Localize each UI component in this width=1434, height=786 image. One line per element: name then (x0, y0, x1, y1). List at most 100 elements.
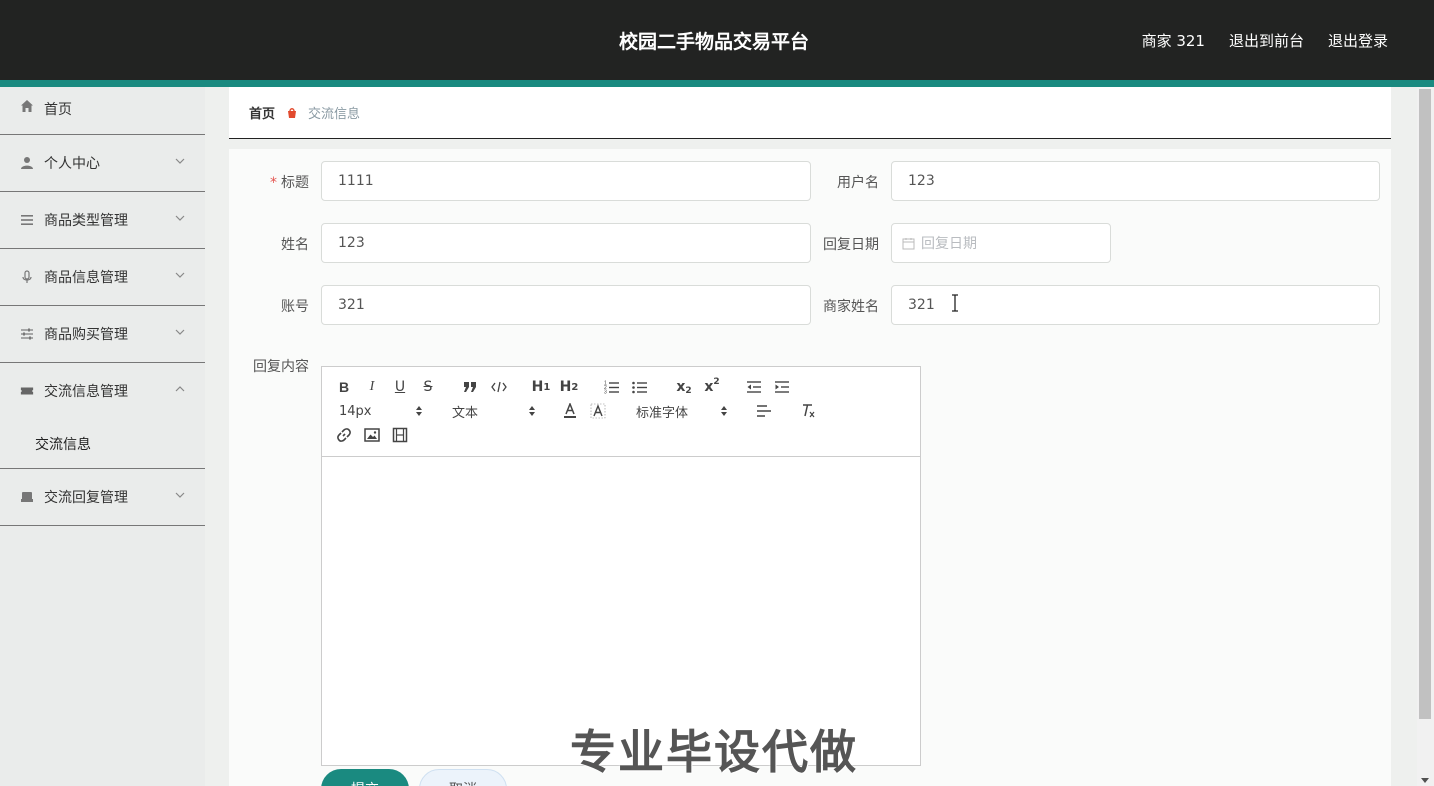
indent-icon[interactable] (774, 378, 790, 396)
select-arrows-icon (529, 406, 535, 416)
inbox-icon (20, 490, 34, 504)
merchant-name-label: 商家姓名 (823, 299, 879, 315)
username-input[interactable]: 123 (891, 161, 1380, 201)
text-style-select[interactable]: 文本 (452, 402, 536, 421)
merchant-name-input-value: 321 (908, 297, 935, 313)
calendar-icon (902, 237, 915, 250)
text-color-icon[interactable] (562, 402, 578, 420)
editor-toolbar: B I U S H1 H2 123 x2 x2 14px 文本 标准字体 (322, 367, 920, 457)
sidebar-item-label: 交流回复管理 (44, 490, 128, 506)
account-input[interactable]: 321 (321, 285, 811, 325)
blockquote-button[interactable] (462, 378, 478, 396)
background-color-icon[interactable] (590, 402, 606, 420)
chevron-down-icon (175, 158, 185, 164)
bold-button[interactable]: B (336, 378, 352, 396)
text-cursor-icon (952, 294, 958, 312)
font-family-value: 标准字体 (636, 405, 689, 421)
watermark-text: 专业毕设代做 (570, 725, 858, 779)
header-actions: 商家 321 退出到前台 退出登录 (1142, 30, 1388, 51)
reply-date-picker[interactable]: 回复日期 (891, 223, 1111, 263)
heading1-button[interactable]: H1 (532, 378, 551, 396)
sidebar-item-label: 个人中心 (44, 156, 100, 172)
chevron-down-icon (175, 272, 185, 278)
microphone-icon (20, 270, 34, 284)
sidebar: 首页 个人中心 商品类型管理 商品信息管理 商品购买管理 交流信息管理 交流信息… (0, 87, 205, 786)
outdent-icon[interactable] (746, 378, 762, 396)
logout-link[interactable]: 退出登录 (1328, 30, 1388, 51)
reply-content-label: 回复内容 (253, 359, 309, 375)
submit-button[interactable]: 提交 (321, 769, 409, 786)
title-label: * 标题 (249, 172, 309, 192)
sidebar-item-label: 商品类型管理 (44, 213, 128, 229)
page-scrollbar[interactable] (1417, 87, 1434, 786)
cancel-button[interactable]: 取消 (419, 769, 507, 786)
name-input-value: 123 (338, 235, 365, 251)
sidebar-item-home[interactable]: 首页 (0, 87, 205, 135)
superscript-button[interactable]: x2 (703, 377, 721, 396)
user-icon (20, 156, 34, 170)
top-header: 校园二手物品交易平台 商家 321 退出到前台 退出登录 (0, 0, 1434, 80)
select-arrows-icon (721, 406, 727, 416)
scroll-down-arrow-icon[interactable] (1421, 778, 1429, 783)
chevron-down-icon (175, 215, 185, 221)
sidebar-item-product-purchase[interactable]: 商品购买管理 (0, 306, 205, 363)
sidebar-item-label: 商品信息管理 (44, 270, 128, 286)
sidebar-item-exchange-info[interactable]: 交流信息管理 (0, 363, 205, 419)
sidebar-subitem-exchange-info[interactable]: 交流信息 (0, 419, 205, 469)
align-left-icon[interactable] (756, 402, 772, 420)
account-input-value: 321 (338, 297, 365, 313)
scrollbar-thumb[interactable] (1419, 89, 1431, 719)
title-input[interactable]: 1111 (321, 161, 811, 201)
list-icon (20, 213, 34, 227)
underline-button[interactable]: U (392, 378, 408, 396)
clear-format-icon[interactable] (800, 402, 816, 420)
user-label[interactable]: 商家 321 (1142, 30, 1205, 51)
select-arrows-icon (416, 406, 422, 416)
ordered-list-icon[interactable]: 123 (604, 378, 620, 396)
home-icon (20, 99, 34, 113)
header-accent-bar (0, 80, 1434, 87)
strikethrough-button[interactable]: S (420, 378, 436, 396)
italic-button[interactable]: I (364, 378, 380, 396)
reply-date-placeholder: 回复日期 (921, 236, 977, 252)
sidebar-subitem-label: 交流信息 (35, 436, 91, 453)
breadcrumb-home[interactable]: 首页 (249, 103, 275, 122)
video-icon[interactable] (392, 426, 408, 444)
heading2-button[interactable]: H2 (560, 378, 579, 396)
bullet-list-icon[interactable] (632, 378, 648, 396)
title-input-value: 1111 (338, 173, 374, 189)
sidebar-item-exchange-reply[interactable]: 交流回复管理 (0, 469, 205, 526)
breadcrumb-current: 交流信息 (308, 107, 361, 122)
merchant-name-input[interactable]: 321 (891, 285, 1380, 325)
chevron-down-icon (175, 492, 185, 498)
sidebar-item-label: 首页 (44, 102, 72, 118)
sidebar-group-exchange-info: 交流信息管理 交流信息 (0, 363, 205, 469)
sidebar-item-product-type[interactable]: 商品类型管理 (0, 192, 205, 249)
required-asterisk: * (270, 175, 277, 191)
breadcrumb-separator-icon (286, 107, 298, 119)
sidebar-item-product-info[interactable]: 商品信息管理 (0, 249, 205, 306)
username-input-value: 123 (908, 173, 935, 189)
sliders-icon (20, 327, 34, 341)
subscript-button[interactable]: x2 (675, 378, 693, 396)
svg-text:3: 3 (604, 390, 607, 395)
sidebar-item-personal-center[interactable]: 个人中心 (0, 135, 205, 192)
link-icon[interactable] (336, 426, 352, 444)
main-content: 首页 交流信息 * 标题 1111 用户名 123 姓名 123 回复日期 回复日… (229, 87, 1391, 786)
chevron-down-icon (175, 329, 185, 335)
image-icon[interactable] (364, 426, 380, 444)
font-family-select[interactable]: 标准字体 (636, 402, 728, 421)
font-size-value: 14px (339, 403, 372, 419)
username-label: 用户名 (837, 175, 879, 191)
font-size-select[interactable]: 14px (339, 402, 423, 420)
title-label-text: 标题 (281, 175, 309, 191)
text-style-value: 文本 (452, 405, 479, 421)
code-block-button[interactable] (490, 378, 508, 396)
sidebar-item-label: 商品购买管理 (44, 327, 128, 343)
reply-date-label: 回复日期 (823, 237, 879, 253)
name-input[interactable]: 123 (321, 223, 811, 263)
sidebar-item-label: 交流信息管理 (44, 384, 128, 400)
exit-to-front-link[interactable]: 退出到前台 (1229, 30, 1304, 51)
account-label: 账号 (281, 299, 309, 315)
ticket-icon (20, 384, 34, 398)
